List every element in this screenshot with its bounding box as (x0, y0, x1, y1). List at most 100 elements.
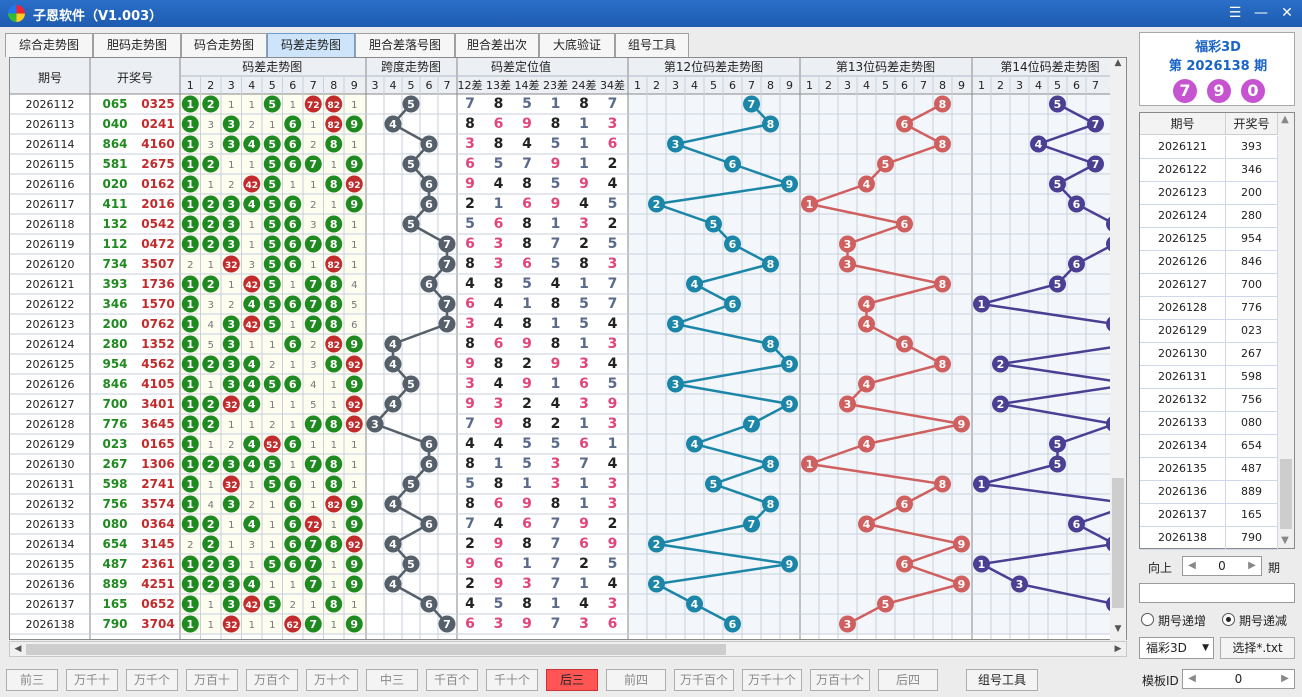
tab-8[interactable]: 组号工具 (615, 33, 689, 57)
bottom-button-5[interactable]: 万百个 (246, 669, 298, 691)
up-spinner[interactable]: ◀ 0 ▶ (1182, 556, 1262, 576)
scroll-down-icon[interactable]: ▼ (1110, 624, 1126, 638)
p13-value: 6 (901, 218, 909, 231)
tab-6[interactable]: 胆合差出次 (455, 33, 539, 57)
tab-5[interactable]: 胆合差落号图 (355, 33, 455, 57)
diff-miss: 1 (249, 560, 255, 571)
horizontal-scroll-thumb[interactable] (26, 644, 726, 655)
recent-number[interactable]: 700 (1226, 274, 1278, 297)
recent-number[interactable]: 654 (1226, 435, 1278, 458)
spin-left-icon[interactable]: ◀ (1183, 557, 1201, 575)
recent-scroll-down-icon[interactable]: ▼ (1277, 534, 1293, 548)
lottery-select[interactable]: 福彩3D ▼ (1139, 637, 1214, 659)
recent-number[interactable]: 346 (1226, 159, 1278, 182)
recent-issue[interactable]: 2026131 (1140, 366, 1226, 389)
bottom-button-8[interactable]: 千百个 (426, 669, 478, 691)
recent-number[interactable]: 487 (1226, 458, 1278, 481)
tab-1[interactable]: 综合走势图 (5, 33, 93, 57)
tab-2[interactable]: 胆码走势图 (93, 33, 181, 57)
recent-number[interactable]: 776 (1226, 297, 1278, 320)
recent-issue[interactable]: 2026133 (1140, 412, 1226, 435)
recent-number[interactable]: 889 (1226, 481, 1278, 504)
close-icon[interactable]: ✕ (1276, 3, 1298, 23)
bottom-button-9[interactable]: 千十个 (486, 669, 538, 691)
choose-txt-button[interactable]: 选择*.txt (1220, 637, 1295, 659)
spin-right-icon[interactable]: ▶ (1243, 557, 1261, 575)
recent-issue[interactable]: 2026135 (1140, 458, 1226, 481)
horizontal-scrollbar[interactable]: ◀ ▶ (9, 641, 1127, 657)
recent-issue[interactable]: 2026138 (1140, 527, 1226, 550)
tab-7[interactable]: 大底验证 (539, 33, 615, 57)
recent-number[interactable]: 165 (1226, 504, 1278, 527)
recent-issue[interactable]: 2026122 (1140, 159, 1226, 182)
recent-issue[interactable]: 2026128 (1140, 297, 1226, 320)
tab-4[interactable]: 码差走势图 (267, 33, 355, 57)
radio-dec-label[interactable]: 期号递减 (1239, 612, 1287, 629)
title-bar: 子恩软件（V1.003） ☰ — ✕ (0, 0, 1302, 27)
bottom-button-3[interactable]: 万千个 (126, 669, 178, 691)
bottom-button-10[interactable]: 后三 (546, 669, 598, 691)
template-spinner[interactable]: ◀ 0 ▶ (1182, 669, 1295, 689)
bottom-button-6[interactable]: 万十个 (306, 669, 358, 691)
pos-diff-value: 5 (579, 296, 589, 312)
recent-issue[interactable]: 2026134 (1140, 435, 1226, 458)
radio-inc-label[interactable]: 期号递增 (1158, 612, 1206, 629)
recent-number[interactable]: 756 (1226, 389, 1278, 412)
bottom-button-2[interactable]: 万千十 (66, 669, 118, 691)
bottom-button-1[interactable]: 前三 (6, 669, 58, 691)
recent-scrollbar[interactable]: ▲ ▼ (1278, 113, 1294, 548)
pos-diff-value: 1 (579, 476, 589, 492)
diff-miss: 1 (290, 360, 296, 371)
filter-input[interactable] (1139, 583, 1295, 603)
bottom-button-7[interactable]: 中三 (366, 669, 418, 691)
diff-value: 2 (207, 458, 215, 471)
recent-scroll-thumb[interactable] (1280, 459, 1292, 529)
recent-number[interactable]: 790 (1226, 527, 1278, 550)
recent-scroll-up-icon[interactable]: ▲ (1277, 113, 1293, 127)
minimize-icon[interactable]: — (1250, 3, 1272, 23)
recent-issue[interactable]: 2026123 (1140, 182, 1226, 205)
recent-number[interactable]: 598 (1226, 366, 1278, 389)
diff-miss: 1 (249, 620, 255, 631)
scroll-right-icon[interactable]: ▶ (1110, 642, 1126, 656)
template-left-icon[interactable]: ◀ (1183, 670, 1201, 688)
recent-number[interactable]: 080 (1226, 412, 1278, 435)
vertical-scroll-thumb[interactable] (1112, 478, 1124, 608)
radio-inc[interactable] (1141, 613, 1154, 626)
vertical-scrollbar[interactable]: ▲ ▼ (1110, 58, 1126, 640)
bottom-button-13[interactable]: 万千十个 (742, 669, 802, 691)
recent-number[interactable]: 200 (1226, 182, 1278, 205)
template-right-icon[interactable]: ▶ (1276, 670, 1294, 688)
scroll-up-icon[interactable]: ▲ (1110, 58, 1126, 72)
recent-issue[interactable]: 2026125 (1140, 228, 1226, 251)
tab-3[interactable]: 码合走势图 (181, 33, 267, 57)
recent-issue[interactable]: 2026129 (1140, 320, 1226, 343)
bottom-button-12[interactable]: 万千百个 (674, 669, 734, 691)
diff-miss: 1 (290, 280, 296, 291)
recent-number[interactable]: 846 (1226, 251, 1278, 274)
pos-diff-value: 5 (608, 196, 618, 212)
bottom-button-16[interactable]: 组号工具 (966, 669, 1038, 691)
bottom-button-14[interactable]: 万百十个 (810, 669, 870, 691)
menu-icon[interactable]: ☰ (1224, 3, 1246, 23)
recent-number[interactable]: 267 (1226, 343, 1278, 366)
recent-number[interactable]: 280 (1226, 205, 1278, 228)
recent-issue[interactable]: 2026124 (1140, 205, 1226, 228)
bottom-button-15[interactable]: 后四 (878, 669, 938, 691)
recent-issue[interactable]: 2026130 (1140, 343, 1226, 366)
recent-issue[interactable]: 2026132 (1140, 389, 1226, 412)
pos-diff-value: 6 (494, 556, 504, 572)
recent-issue[interactable]: 2026137 (1140, 504, 1226, 527)
recent-issue[interactable]: 2026136 (1140, 481, 1226, 504)
recent-issue[interactable]: 2026126 (1140, 251, 1226, 274)
recent-number[interactable]: 023 (1226, 320, 1278, 343)
recent-number[interactable]: 393 (1226, 136, 1278, 159)
diff-value: 6 (289, 438, 297, 451)
bottom-button-4[interactable]: 万百十 (186, 669, 238, 691)
recent-issue[interactable]: 2026127 (1140, 274, 1226, 297)
recent-issue[interactable]: 2026121 (1140, 136, 1226, 159)
recent-number[interactable]: 954 (1226, 228, 1278, 251)
radio-dec[interactable] (1222, 613, 1235, 626)
scroll-left-icon[interactable]: ◀ (10, 642, 26, 656)
bottom-button-11[interactable]: 前四 (606, 669, 666, 691)
